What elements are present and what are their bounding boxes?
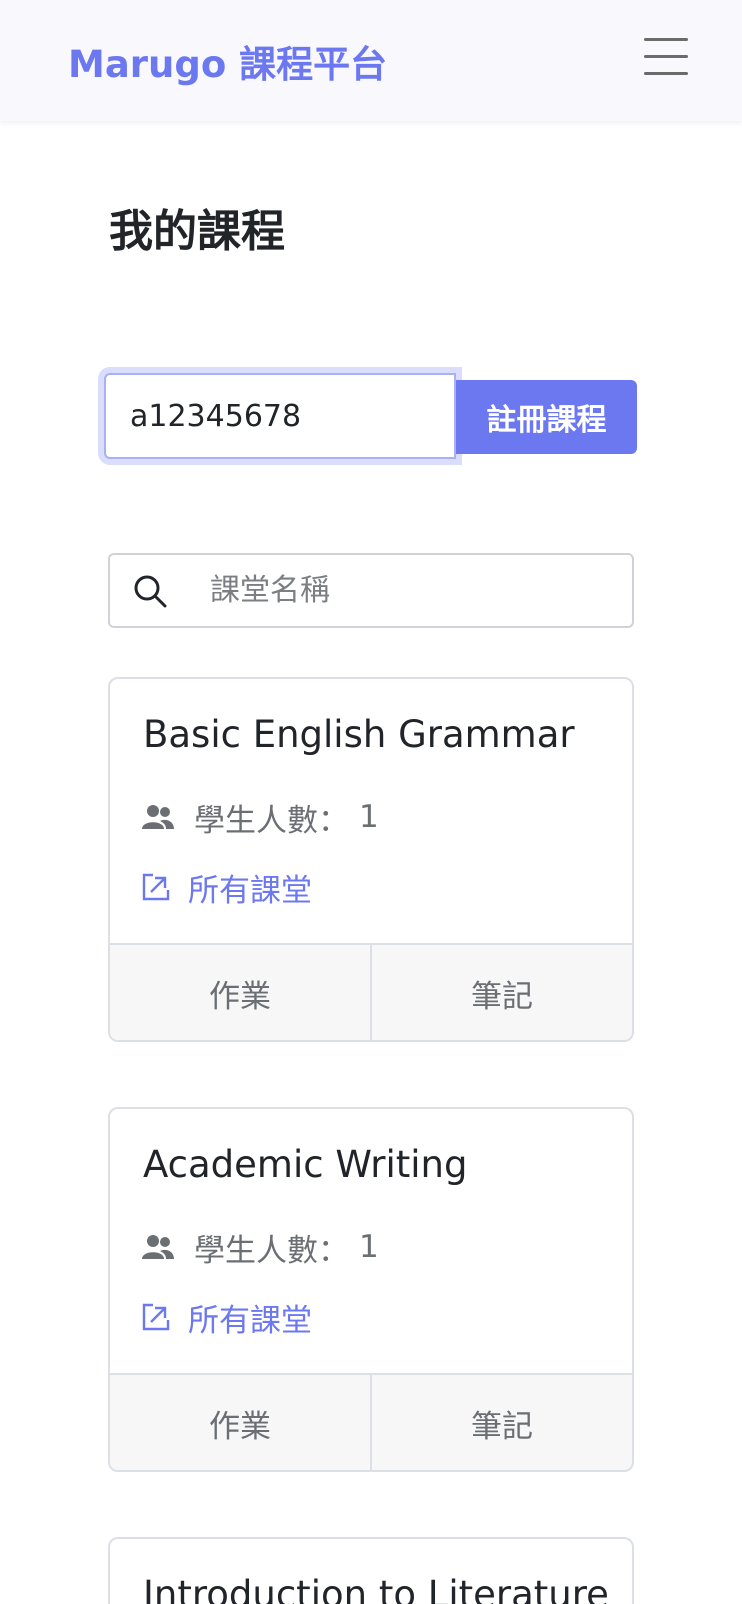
search-icon: [134, 575, 167, 608]
notes-button[interactable]: 筆記: [370, 945, 632, 1040]
student-count-row: 學生人數： 1: [142, 1227, 379, 1269]
student-count-label: 學生人數：: [194, 1232, 349, 1269]
enroll-form: 註冊課程: [104, 373, 637, 459]
student-count-value: 1: [359, 1229, 379, 1265]
external-link-icon: [142, 873, 170, 901]
hamburger-menu-icon[interactable]: [640, 36, 692, 80]
student-count-value: 1: [359, 799, 379, 835]
all-lessons-label: 所有課堂: [188, 1302, 312, 1339]
enroll-course-button[interactable]: 註冊課程: [456, 380, 637, 454]
student-count-row: 學生人數： 1: [142, 797, 379, 839]
course-code-input[interactable]: [104, 373, 456, 459]
external-link-icon: [142, 1303, 170, 1331]
users-icon: [142, 805, 174, 829]
brand-logo[interactable]: Marugo 課程平台: [68, 34, 387, 88]
search-box: [108, 553, 634, 628]
page-title: 我的課程: [109, 206, 285, 257]
all-lessons-link[interactable]: 所有課堂: [142, 867, 312, 909]
course-card: Basic English Grammar 學生人數： 1 所有課堂 作業 筆記: [108, 677, 634, 1042]
course-title: Academic Writing: [143, 1143, 468, 1186]
course-title: Basic English Grammar: [143, 713, 575, 756]
notes-button[interactable]: 筆記: [370, 1375, 632, 1470]
course-card: Academic Writing 學生人數： 1 所有課堂 作業 筆記: [108, 1107, 634, 1472]
all-lessons-link[interactable]: 所有課堂: [142, 1297, 312, 1339]
homework-button[interactable]: 作業: [110, 1375, 370, 1470]
course-card: Introduction to Literature: [108, 1537, 634, 1604]
student-count-label: 學生人數：: [194, 802, 349, 839]
search-input[interactable]: [210, 555, 620, 626]
card-footer: 作業 筆記: [110, 943, 632, 1040]
navbar: Marugo 課程平台: [0, 0, 742, 121]
users-icon: [142, 1235, 174, 1259]
card-footer: 作業 筆記: [110, 1373, 632, 1470]
course-title: Introduction to Literature: [143, 1573, 609, 1604]
all-lessons-label: 所有課堂: [188, 872, 312, 909]
homework-button[interactable]: 作業: [110, 945, 370, 1040]
